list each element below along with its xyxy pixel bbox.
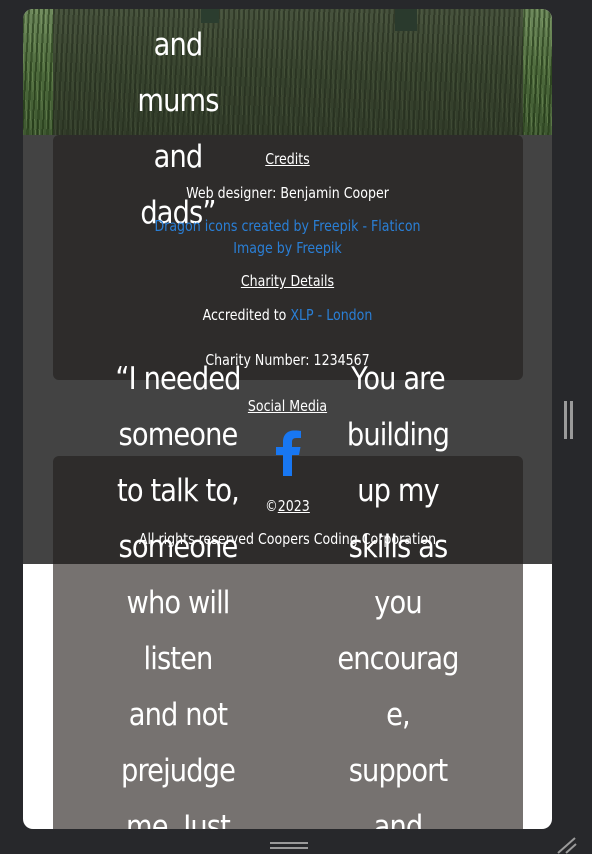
browser-viewport: and mums and dads” Credits Web designer:… <box>23 9 552 829</box>
quote-line: up my <box>357 473 439 509</box>
quote-line: “I needed <box>115 361 241 397</box>
quote-line: skills as <box>348 529 449 565</box>
xlp-link[interactable]: XLP - London <box>290 306 372 324</box>
quote-line: encourag <box>337 641 459 677</box>
icons-credit-link[interactable]: Dragon icons created by Freepik - Flatic… <box>65 217 509 235</box>
web-designer-credit: Web designer: Benjamin Cooper <box>186 184 389 202</box>
quote-line: e, <box>386 697 411 733</box>
quote-line: building <box>346 417 450 453</box>
bottom-drag-handle[interactable] <box>270 840 310 852</box>
image-credit-link[interactable]: Image by Freepik <box>65 239 509 257</box>
quote-line: listen <box>143 641 214 677</box>
quote-line: me. Just <box>126 809 231 829</box>
review-quote-left: “I needed someone to talk to, someone wh… <box>90 351 266 829</box>
quote-line: to talk to, <box>117 473 240 509</box>
quote-line: someone <box>118 417 239 453</box>
quote-line: mums <box>137 83 219 119</box>
accreditation-line: Accredited to XLP - London <box>65 306 509 324</box>
copyright-year: 2023 <box>277 497 310 515</box>
quote-line: someone <box>118 529 239 565</box>
vertical-resize-grip[interactable] <box>564 401 574 439</box>
quote-line: and <box>153 27 204 63</box>
hero-grass-image <box>23 9 552 135</box>
review-quote-top: and mums and dads” <box>112 17 244 241</box>
quote-line: You are <box>351 361 446 397</box>
quote-line: and <box>373 809 424 829</box>
credits-heading: Credits <box>265 150 310 168</box>
facebook-icon[interactable] <box>273 430 303 476</box>
quote-line: prejudge <box>121 753 236 789</box>
quote-line: support <box>348 753 448 789</box>
review-quote-right: You are building up my skills as you enc… <box>314 351 481 829</box>
quote-line: who will <box>126 585 231 621</box>
resize-corner-icon[interactable] <box>556 836 578 854</box>
charity-details-heading: Charity Details <box>240 272 335 290</box>
quote-line: you <box>374 585 422 621</box>
quote-line: and not <box>128 697 228 733</box>
copyright-symbol: © <box>265 497 278 515</box>
accredited-label: Accredited to <box>202 306 287 324</box>
